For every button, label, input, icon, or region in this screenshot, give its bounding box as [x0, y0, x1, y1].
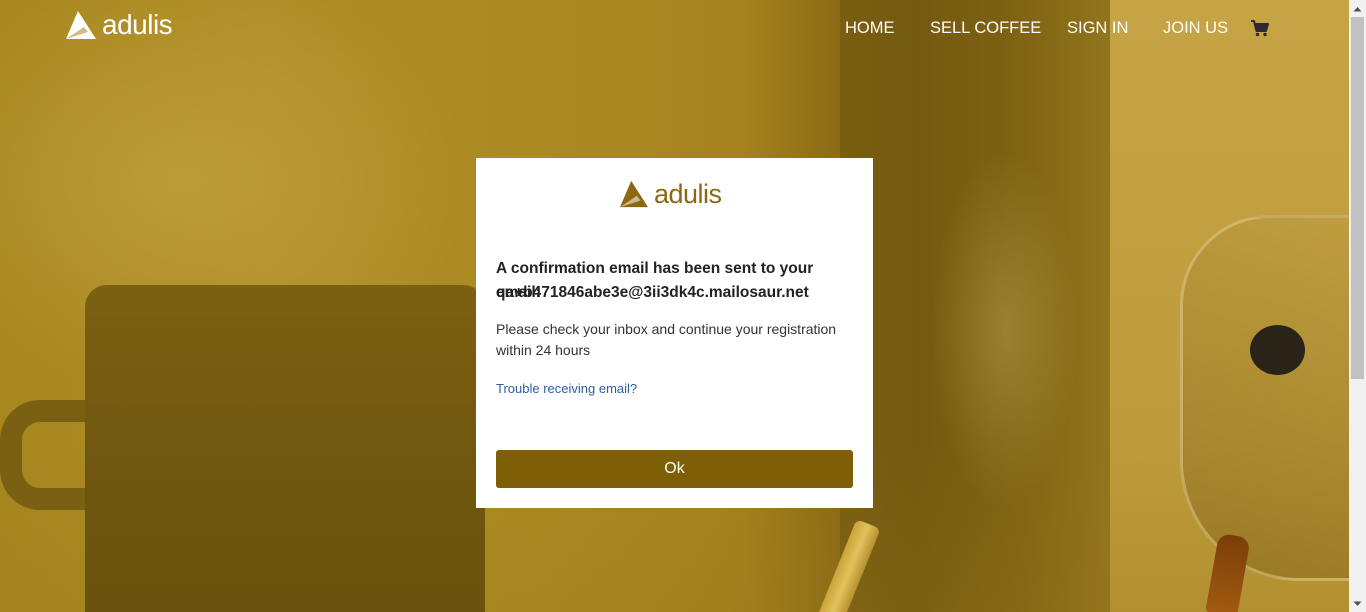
background-mug [85, 285, 485, 612]
vertical-scrollbar[interactable] [1349, 0, 1366, 612]
scrollbar-thumb[interactable] [1351, 17, 1364, 379]
scroll-down-icon[interactable] [1349, 595, 1366, 612]
nav-sell-coffee[interactable]: SELL COFFEE [930, 19, 1041, 38]
modal-logo-text: adulis [654, 178, 722, 209]
page-root: adulis HOME SELL COFFEE SIGN IN JOIN US … [0, 0, 1366, 612]
nav-sign-in[interactable]: SIGN IN [1067, 19, 1128, 38]
background-mug-handle [0, 400, 95, 510]
trouble-receiving-email-link[interactable]: Trouble receiving email? [496, 381, 637, 396]
confirmation-modal: adulis A confirmation email has been sen… [476, 158, 873, 508]
site-header: adulis HOME SELL COFFEE SIGN IN JOIN US [0, 0, 1349, 60]
nav-join-us[interactable]: JOIN US [1163, 19, 1228, 38]
adulis-logo-icon [66, 11, 96, 39]
background-pot-knob [1250, 325, 1305, 375]
modal-instructions: Please check your inbox and continue you… [496, 321, 837, 358]
header-logo[interactable]: adulis [64, 8, 173, 42]
scroll-up-icon[interactable] [1349, 0, 1366, 17]
modal-logo: adulis [618, 178, 722, 210]
header-logo-text: adulis [102, 9, 173, 40]
background-steam [930, 150, 1080, 510]
ok-button[interactable]: Ok [496, 450, 853, 488]
adulis-logo-icon [620, 180, 648, 208]
shopping-cart-icon[interactable] [1250, 19, 1270, 37]
nav-home[interactable]: HOME [845, 19, 895, 38]
confirmation-email: qa+b471846abe3e@3ii3dk4c.mailosaur.net [496, 284, 809, 301]
background-coffee-pot [1180, 215, 1366, 581]
